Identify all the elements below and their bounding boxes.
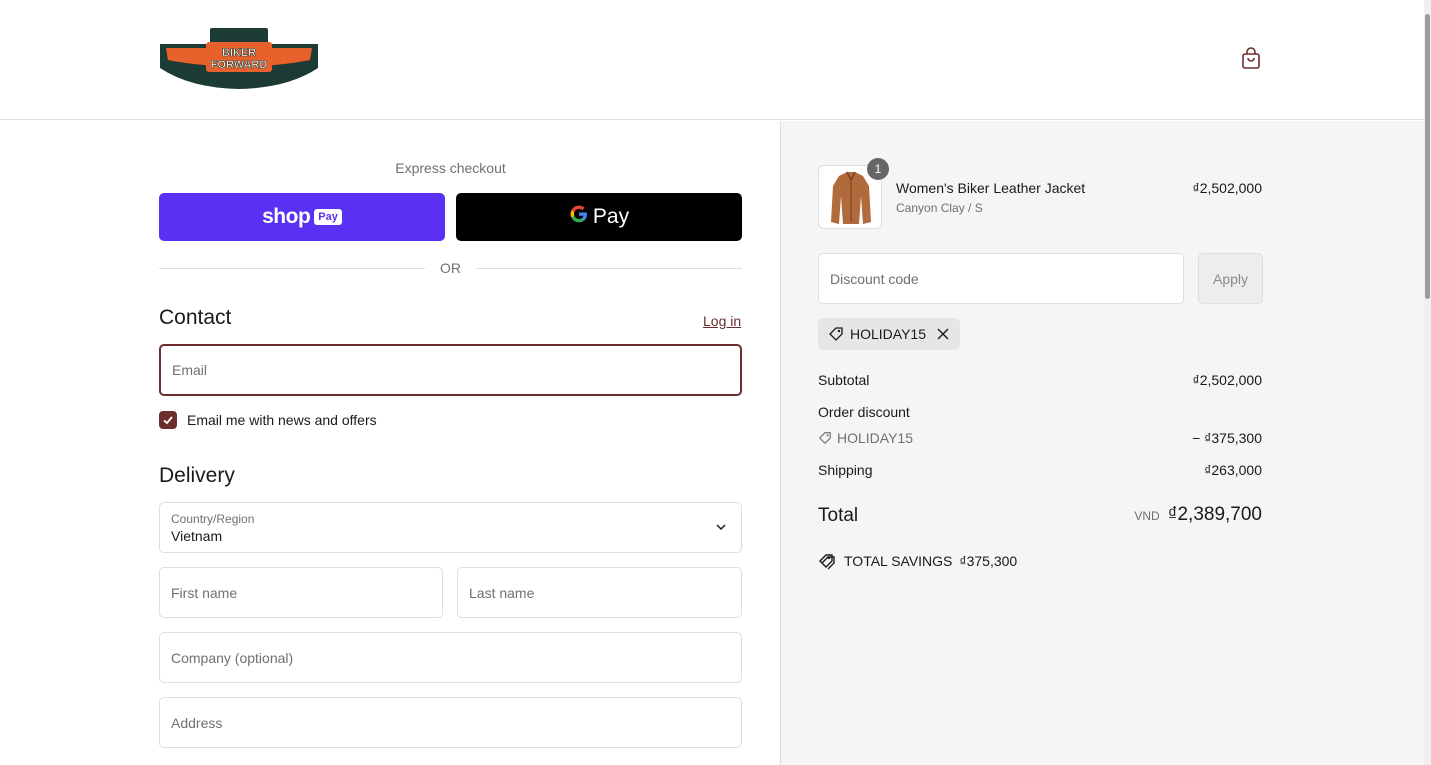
- product-price: ₫2,502,000: [1192, 180, 1262, 196]
- order-discount-code-text: HOLIDAY15: [837, 430, 913, 446]
- total-currency: VND: [1134, 509, 1160, 523]
- order-discount-value: − ₫375,300: [1192, 430, 1262, 446]
- cart-icon[interactable]: [1239, 46, 1263, 70]
- store-logo[interactable]: BIKER FORWARD: [158, 26, 320, 90]
- newsletter-label: Email me with news and offers: [187, 412, 377, 428]
- shipping-value: ₫263,000: [1204, 462, 1262, 478]
- google-pay-label: Pay: [592, 205, 630, 228]
- remove-discount-icon[interactable]: [936, 327, 950, 341]
- contact-heading: Contact: [159, 306, 232, 329]
- divider-line: [476, 268, 742, 269]
- tag-icon: [829, 327, 843, 341]
- country-select[interactable]: Country/Region Vietnam: [159, 502, 742, 553]
- email-input[interactable]: [161, 346, 740, 394]
- applied-discount-chip: HOLIDAY15: [818, 318, 960, 350]
- svg-text:BIKER: BIKER: [222, 47, 256, 59]
- quantity-badge: 1: [867, 158, 889, 180]
- checkout-form: Express checkout shop Pay Pay OR Contact…: [0, 121, 780, 765]
- tag-icon: [818, 432, 831, 445]
- checkmark-icon: [163, 416, 173, 425]
- discount-code-field[interactable]: [818, 253, 1184, 304]
- savings-label: TOTAL SAVINGS: [844, 553, 953, 569]
- savings-tag-icon: [819, 554, 835, 570]
- google-g-icon: [569, 204, 589, 230]
- express-checkout-label: Express checkout: [395, 160, 506, 176]
- google-pay-button[interactable]: Pay: [456, 193, 742, 241]
- shop-pay-label: shop: [262, 205, 311, 228]
- address-input[interactable]: [160, 698, 741, 747]
- total-amount: ₫2,389,700: [1167, 504, 1262, 525]
- or-divider: OR: [159, 260, 742, 276]
- company-input[interactable]: [160, 633, 741, 682]
- page-scrollbar[interactable]: [1424, 0, 1431, 765]
- shop-pay-button[interactable]: shop Pay: [159, 193, 445, 241]
- chevron-down-icon: [716, 524, 726, 531]
- order-discount-code: HOLIDAY15: [818, 430, 913, 446]
- first-name-input[interactable]: [160, 568, 442, 617]
- discount-code-input[interactable]: [819, 254, 1183, 303]
- order-discount-label: Order discount: [818, 404, 910, 420]
- newsletter-checkbox[interactable]: [159, 411, 177, 429]
- last-name-field[interactable]: [457, 567, 742, 618]
- svg-text:FORWARD: FORWARD: [211, 59, 268, 71]
- last-name-input[interactable]: [458, 568, 741, 617]
- product-name: Women's Biker Leather Jacket: [896, 180, 1086, 196]
- apply-discount-button[interactable]: Apply: [1198, 253, 1263, 304]
- country-value: Vietnam: [171, 528, 223, 544]
- first-name-field[interactable]: [159, 567, 443, 618]
- savings-value: ₫375,300: [959, 553, 1018, 569]
- applied-discount-code: HOLIDAY15: [850, 326, 926, 342]
- product-variant: Canyon Clay / S: [896, 201, 983, 215]
- total-label: Total: [818, 505, 859, 526]
- order-summary: 1 Women's Biker Leather Jacket Canyon Cl…: [780, 121, 1424, 765]
- shipping-label: Shipping: [818, 462, 873, 478]
- delivery-heading: Delivery: [159, 464, 235, 487]
- scrollbar-thumb[interactable]: [1425, 14, 1430, 299]
- country-label: Country/Region: [171, 512, 255, 526]
- email-field[interactable]: [159, 344, 742, 396]
- subtotal-label: Subtotal: [818, 372, 870, 388]
- address-field[interactable]: [159, 697, 742, 748]
- login-link[interactable]: Log in: [703, 313, 741, 329]
- shop-pay-badge: Pay: [314, 209, 342, 225]
- total-savings: TOTAL SAVINGS ₫375,300: [818, 552, 1017, 570]
- header: BIKER FORWARD: [0, 0, 1424, 120]
- total-value: VND ₫2,389,700: [1134, 504, 1262, 526]
- company-field[interactable]: [159, 632, 742, 683]
- newsletter-option[interactable]: Email me with news and offers: [159, 411, 377, 429]
- subtotal-value: ₫2,502,000: [1192, 372, 1262, 388]
